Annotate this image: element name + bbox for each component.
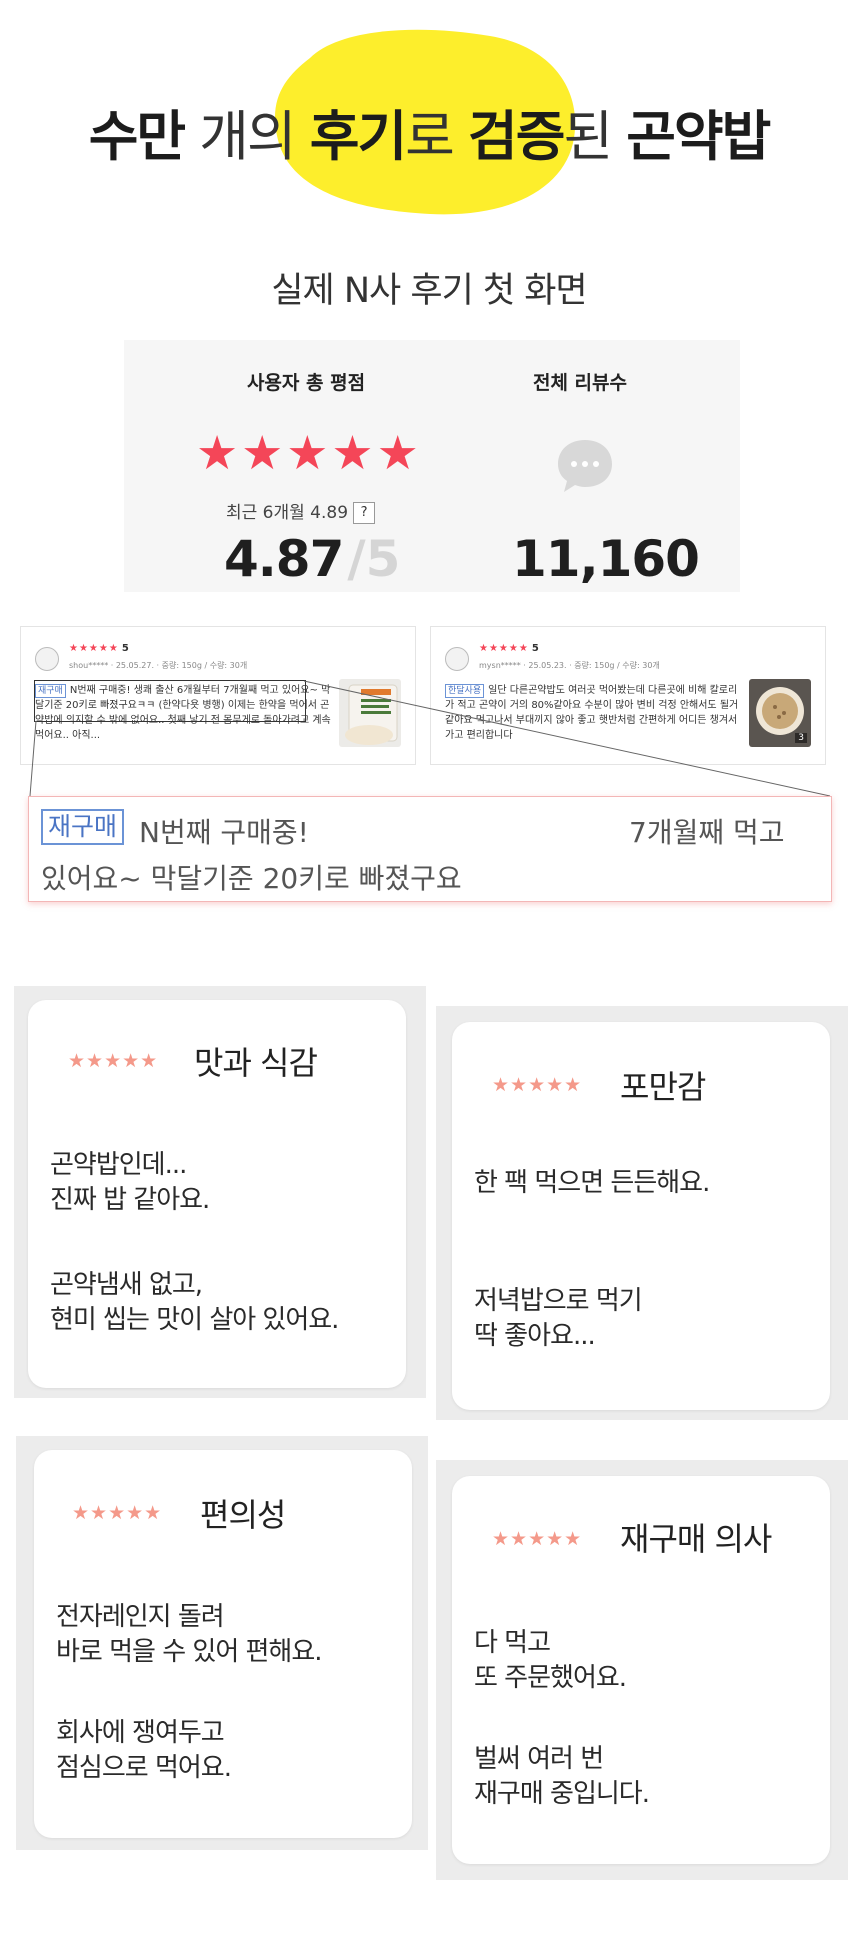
text-line: 곤약밥인데...: [50, 1150, 187, 1180]
text-line: 곤약냄새 없고,: [50, 1270, 203, 1300]
feature-stars: ★★★★★: [492, 1074, 583, 1096]
text-line: 벌써 여러 번: [474, 1744, 604, 1774]
feature-card: ★★★★★ 재구매 의사 다 먹고또 주문했어요. 벌써 여러 번재구매 중입니…: [452, 1476, 830, 1864]
zoomed-review-quote: 재구매 N번째 구매중! 7개월째 먹고 있어요~ 막달기준 20키로 빠졌구요: [28, 796, 832, 902]
zoom-text: 7개월째 먹고: [629, 816, 785, 849]
feature-title: 편의성: [200, 1496, 286, 1534]
text-line: 점심으로 먹어요.: [56, 1753, 232, 1783]
feature-stars: ★★★★★: [492, 1528, 583, 1550]
text-line: 진짜 밥 같아요.: [50, 1185, 210, 1215]
text-line: 한 팩 먹으면 든든해요.: [474, 1168, 710, 1198]
feature-title: 재구매 의사: [620, 1520, 772, 1558]
feature-text: 곤약냄새 없고, 현미 씹는 맛이 살아 있어요.: [50, 1268, 339, 1338]
text-line: 다 먹고: [474, 1628, 551, 1658]
feature-card: ★★★★★ 포만감 한 팩 먹으면 든든해요. 저녁밥으로 먹기딱 좋아요...: [452, 1022, 830, 1410]
feature-title: 포만감: [620, 1068, 706, 1106]
feature-stars: ★★★★★: [68, 1050, 159, 1072]
feature-text: 전자레인지 돌려바로 먹을 수 있어 편해요.: [56, 1600, 323, 1670]
text-line: 현미 씹는 맛이 살아 있어요.: [50, 1305, 339, 1335]
zoom-text: 있어요~ 막달기준 20키로 빠졌구요: [41, 862, 462, 895]
text-line: 바로 먹을 수 있어 편해요.: [56, 1637, 323, 1667]
text-line: 재구매 중입니다.: [474, 1779, 650, 1809]
text-line: 전자레인지 돌려: [56, 1602, 225, 1632]
text-line: 저녁밥으로 먹기: [474, 1286, 643, 1316]
feature-text: 벌써 여러 번재구매 중입니다.: [474, 1742, 650, 1812]
feature-text: 회사에 쟁여두고점심으로 먹어요.: [56, 1716, 232, 1786]
zoom-tag: 재구매: [41, 809, 125, 845]
text-line: 딱 좋아요...: [474, 1321, 596, 1351]
feature-stars: ★★★★★: [72, 1502, 163, 1524]
text-line: 또 주문했어요.: [474, 1663, 627, 1693]
zoom-connector-lines: [29, 680, 831, 797]
zoom-text: N번째 구매중!: [139, 816, 309, 849]
feature-text: 저녁밥으로 먹기딱 좋아요...: [474, 1284, 643, 1354]
feature-text: 다 먹고또 주문했어요.: [474, 1626, 627, 1696]
feature-text: 곤약밥인데... 진짜 밥 같아요.: [50, 1148, 210, 1218]
feature-title: 맛과 식감: [194, 1044, 318, 1082]
feature-text: 한 팩 먹으면 든든해요.: [474, 1166, 710, 1201]
feature-card: ★★★★★ 편의성 전자레인지 돌려바로 먹을 수 있어 편해요. 회사에 쟁여…: [34, 1450, 412, 1838]
text-line: 회사에 쟁여두고: [56, 1718, 225, 1748]
feature-card: ★★★★★ 맛과 식감 곤약밥인데... 진짜 밥 같아요. 곤약냄새 없고, 현미…: [28, 1000, 406, 1388]
